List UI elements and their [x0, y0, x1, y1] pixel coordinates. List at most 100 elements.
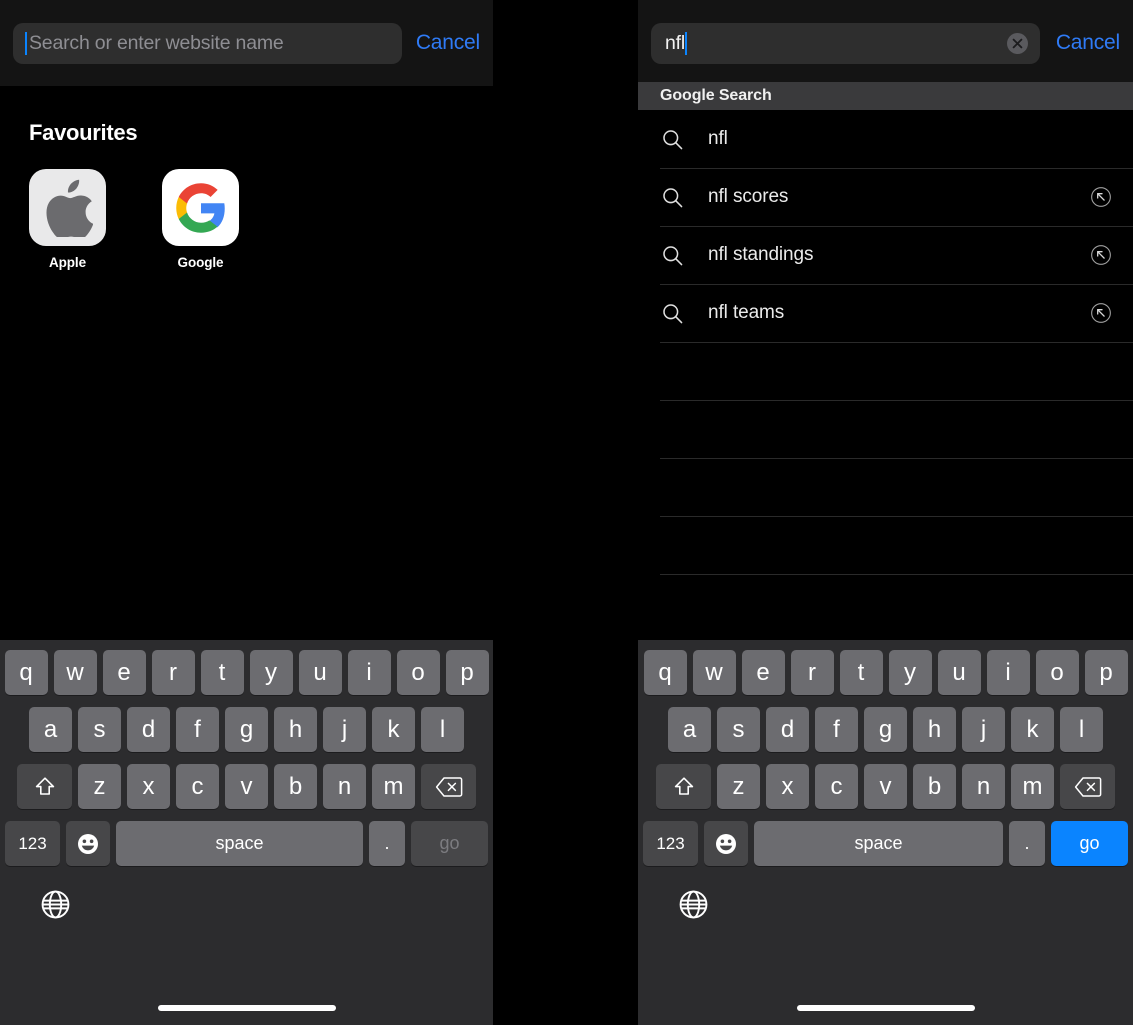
- key-v[interactable]: v: [864, 764, 907, 809]
- key-h[interactable]: h: [913, 707, 956, 752]
- key-e[interactable]: e: [741, 650, 785, 695]
- left-search-bar: Search or enter website name Cancel: [0, 0, 493, 86]
- key-m[interactable]: m: [372, 764, 415, 809]
- key-p[interactable]: p: [1084, 650, 1128, 695]
- suggestion-row-empty: [638, 342, 1133, 400]
- key-n[interactable]: n: [323, 764, 366, 809]
- suggestion-label: nfl: [708, 128, 728, 149]
- key-d[interactable]: d: [127, 707, 170, 752]
- key-d[interactable]: d: [766, 707, 809, 752]
- key-a[interactable]: a: [29, 707, 72, 752]
- key-o[interactable]: o: [1035, 650, 1079, 695]
- suggestion-row-empty: [638, 400, 1133, 458]
- key-w[interactable]: w: [692, 650, 736, 695]
- right-search-bar: nfl Cancel: [638, 0, 1133, 86]
- shift-icon[interactable]: [17, 764, 72, 809]
- key-i[interactable]: i: [347, 650, 391, 695]
- key-a[interactable]: a: [668, 707, 711, 752]
- numbers-key[interactable]: 123: [643, 821, 698, 866]
- key-i[interactable]: i: [986, 650, 1030, 695]
- key-j[interactable]: j: [323, 707, 366, 752]
- search-input[interactable]: nfl: [651, 22, 1040, 64]
- key-y[interactable]: y: [249, 650, 293, 695]
- key-p[interactable]: p: [445, 650, 489, 695]
- key-q[interactable]: q: [643, 650, 687, 695]
- key-o[interactable]: o: [396, 650, 440, 695]
- key-g[interactable]: g: [864, 707, 907, 752]
- key-z[interactable]: z: [717, 764, 760, 809]
- suggestion-row[interactable]: nfl: [638, 110, 1133, 168]
- key-t[interactable]: t: [200, 650, 244, 695]
- key-x[interactable]: x: [127, 764, 170, 809]
- globe-icon[interactable]: [678, 889, 709, 920]
- emoji-icon[interactable]: [66, 821, 110, 866]
- key-l[interactable]: l: [421, 707, 464, 752]
- go-key[interactable]: go: [411, 821, 488, 866]
- key-c[interactable]: c: [176, 764, 219, 809]
- search-icon: [660, 303, 684, 324]
- key-e[interactable]: e: [102, 650, 146, 695]
- key-c[interactable]: c: [815, 764, 858, 809]
- cancel-button[interactable]: Cancel: [416, 31, 480, 55]
- google-logo-icon: [162, 169, 239, 246]
- globe-icon[interactable]: [40, 889, 71, 920]
- dual-screenshot-container: Search or enter website name Cancel Favo…: [0, 0, 1133, 1025]
- key-k[interactable]: k: [1011, 707, 1054, 752]
- clear-circle-icon[interactable]: [1006, 32, 1028, 54]
- suggestion-row-empty: [638, 458, 1133, 516]
- key-t[interactable]: t: [839, 650, 883, 695]
- key-k[interactable]: k: [372, 707, 415, 752]
- suggestion-row[interactable]: nfl standings: [638, 226, 1133, 284]
- suggestions-header: Google Search: [638, 82, 1133, 110]
- key-u[interactable]: u: [298, 650, 342, 695]
- key-r[interactable]: r: [151, 650, 195, 695]
- key-y[interactable]: y: [888, 650, 932, 695]
- key-z[interactable]: z: [78, 764, 121, 809]
- favourite-item-google[interactable]: Google: [162, 169, 239, 270]
- key-f[interactable]: f: [815, 707, 858, 752]
- key-b[interactable]: b: [274, 764, 317, 809]
- autofill-arrow-icon[interactable]: [1089, 185, 1113, 209]
- key-n[interactable]: n: [962, 764, 1005, 809]
- space-key[interactable]: space: [754, 821, 1003, 866]
- keyboard-row-1: q w e r t y u i o p: [638, 650, 1133, 695]
- key-f[interactable]: f: [176, 707, 219, 752]
- key-m[interactable]: m: [1011, 764, 1054, 809]
- key-s[interactable]: s: [78, 707, 121, 752]
- cancel-button[interactable]: Cancel: [1056, 31, 1120, 55]
- key-x[interactable]: x: [766, 764, 809, 809]
- suggestion-row-empty: [638, 516, 1133, 574]
- key-l[interactable]: l: [1060, 707, 1103, 752]
- autofill-arrow-icon[interactable]: [1089, 243, 1113, 267]
- delete-icon[interactable]: [421, 764, 476, 809]
- space-key[interactable]: space: [116, 821, 363, 866]
- autofill-arrow-icon[interactable]: [1089, 301, 1113, 325]
- numbers-key[interactable]: 123: [5, 821, 60, 866]
- keyboard-row-4: 123 space . go: [0, 821, 493, 866]
- key-v[interactable]: v: [225, 764, 268, 809]
- key-b[interactable]: b: [913, 764, 956, 809]
- key-h[interactable]: h: [274, 707, 317, 752]
- key-q[interactable]: q: [4, 650, 48, 695]
- right-phone-screen: nfl Cancel Google Search nfl nfl scores …: [638, 0, 1133, 1025]
- key-u[interactable]: u: [937, 650, 981, 695]
- key-j[interactable]: j: [962, 707, 1005, 752]
- delete-icon[interactable]: [1060, 764, 1115, 809]
- suggestion-row[interactable]: nfl scores: [638, 168, 1133, 226]
- favourite-item-apple[interactable]: Apple: [29, 169, 106, 270]
- period-key[interactable]: .: [1009, 821, 1045, 866]
- go-key[interactable]: go: [1051, 821, 1128, 866]
- period-key[interactable]: .: [369, 821, 405, 866]
- favourite-label: Google: [177, 255, 224, 270]
- shift-icon[interactable]: [656, 764, 711, 809]
- keyboard-globe-row: [0, 876, 493, 932]
- suggestion-row[interactable]: nfl teams: [638, 284, 1133, 342]
- emoji-icon[interactable]: [704, 821, 748, 866]
- key-w[interactable]: w: [53, 650, 97, 695]
- left-keyboard: q w e r t y u i o p a s d f g h j k l z …: [0, 640, 493, 1025]
- suggestion-label: nfl teams: [708, 302, 785, 323]
- key-g[interactable]: g: [225, 707, 268, 752]
- key-s[interactable]: s: [717, 707, 760, 752]
- key-r[interactable]: r: [790, 650, 834, 695]
- search-input[interactable]: Search or enter website name: [13, 22, 402, 64]
